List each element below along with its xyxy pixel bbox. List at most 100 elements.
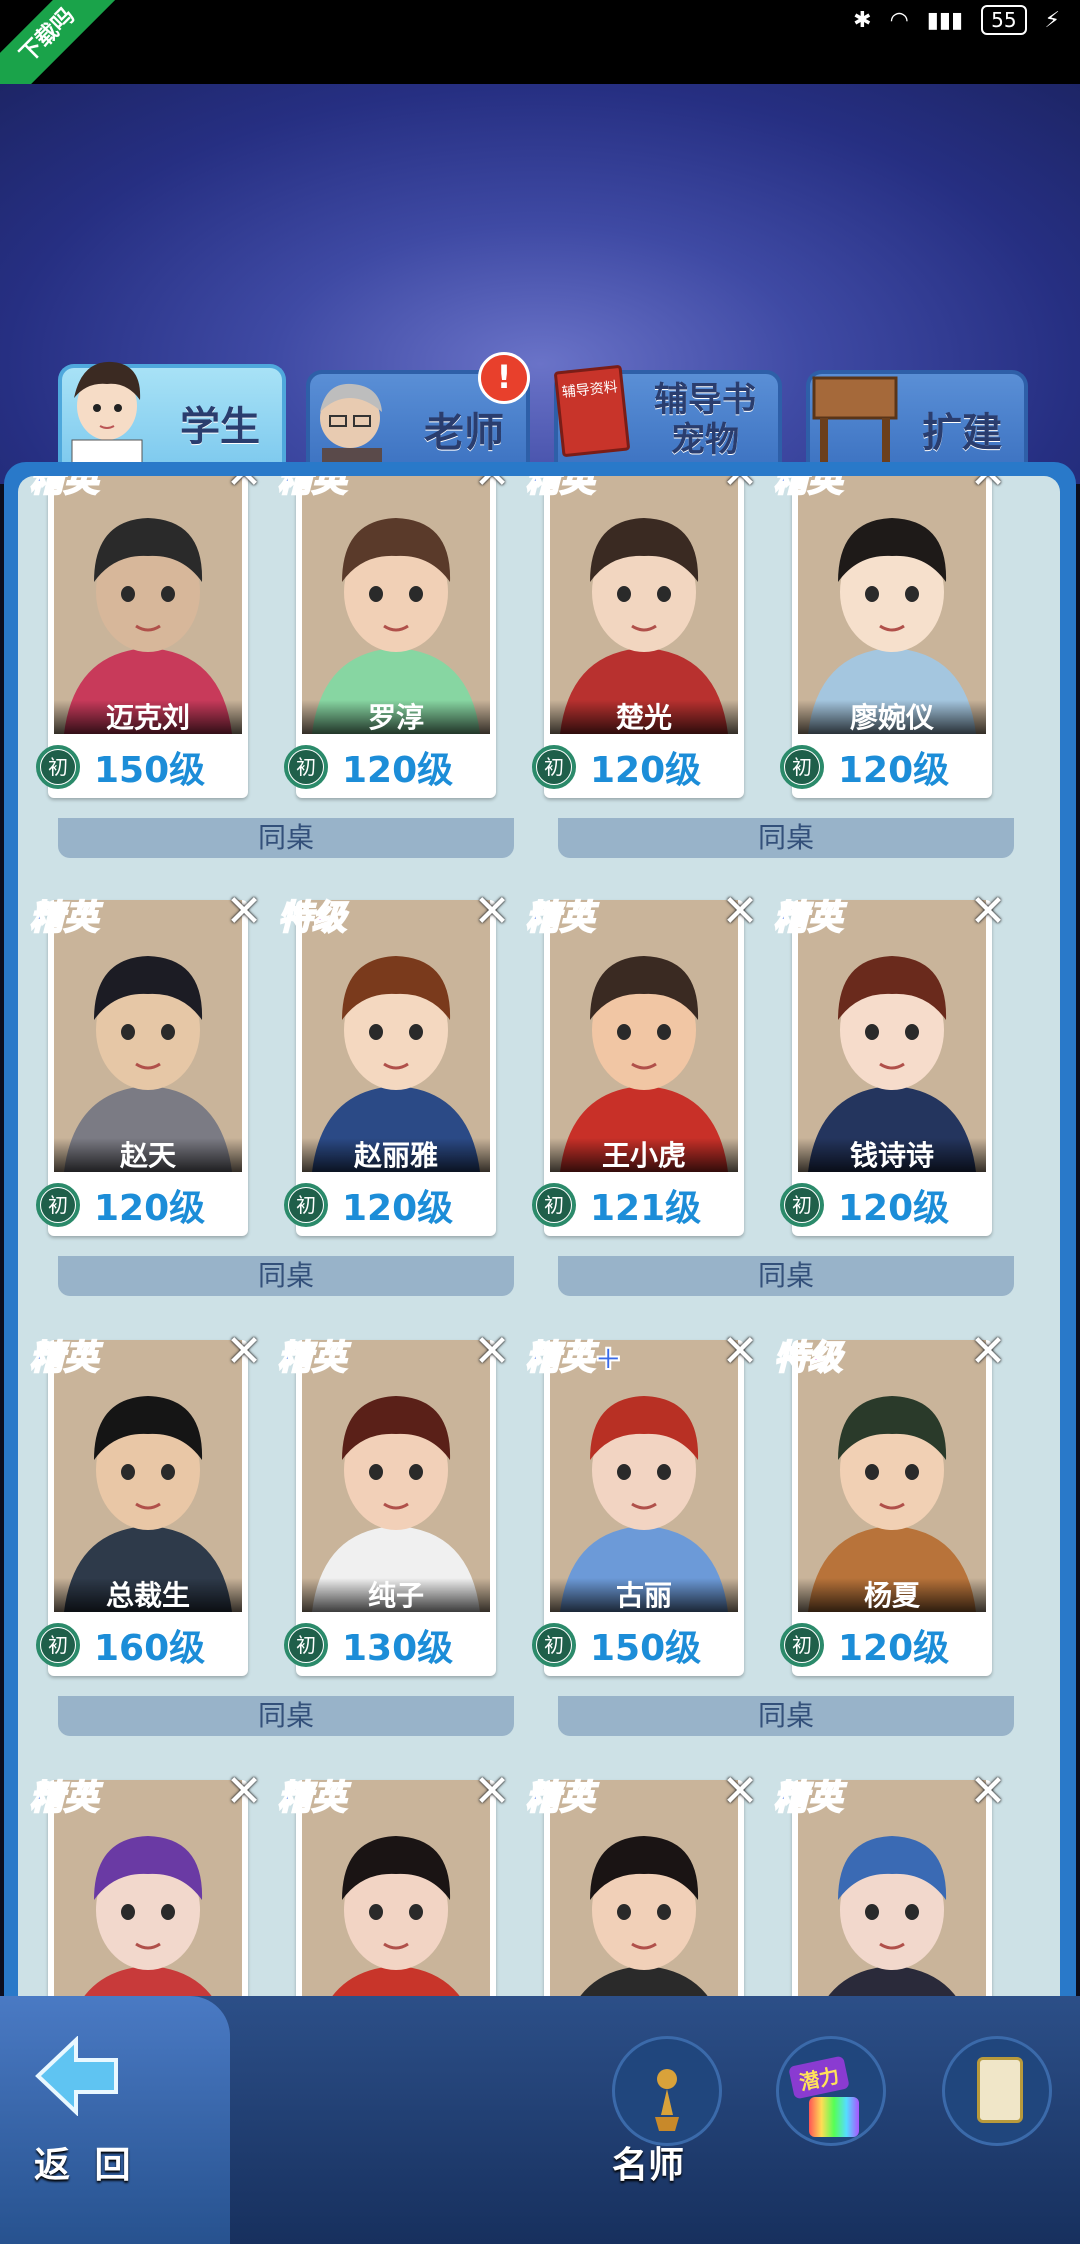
remove-icon[interactable]: ✕ — [966, 476, 1010, 496]
student-name: 纯子 — [302, 1578, 490, 1612]
bottom-bar: 返 回 名师 潜力 — [0, 1996, 1080, 2244]
rank-badge: 精英 — [773, 476, 843, 501]
battery-icon: 55 — [981, 5, 1027, 35]
student-portrait — [798, 476, 986, 734]
level-row: 初 120级 — [780, 742, 949, 792]
rank-badge: 精英+ — [525, 1337, 623, 1379]
back-button[interactable]: 返 回 — [0, 1996, 230, 2244]
student-card[interactable]: 古丽 精英+ ✕ 初 150级 — [525, 1330, 758, 1676]
student-card[interactable]: 纯子 精英 ✕ 初 130级 — [277, 1330, 510, 1676]
student-panel: 同桌同桌迈克刘精英✕初150级罗淳精英✕初120级楚光精英✕初120级廖婉仪精英… — [4, 462, 1076, 2036]
student-name: 总裁生 — [54, 1578, 242, 1612]
extra-button[interactable] — [942, 2036, 1052, 2146]
level-row: 初 160级 — [36, 1620, 205, 1670]
student-portrait — [550, 900, 738, 1172]
grade-badge-icon: 初 — [532, 745, 576, 789]
remove-icon[interactable]: ✕ — [966, 1770, 1010, 1814]
level-row: 初 150级 — [36, 742, 205, 792]
student-portrait — [550, 476, 738, 734]
back-arrow-icon — [35, 2036, 118, 2116]
tab-label: 辅导书 宠物 — [654, 380, 756, 460]
student-card[interactable]: 迈克刘精英✕初150级 — [29, 476, 262, 798]
student-portrait — [550, 1340, 738, 1612]
grade-badge-label: 初 — [41, 1188, 75, 1222]
student-name: 赵丽雅 — [302, 1138, 490, 1172]
grade-badge-icon: 初 — [780, 1183, 824, 1227]
tab-label-line2: 宠物 — [671, 420, 739, 460]
rank-badge: 精英 — [525, 1777, 595, 1819]
remove-icon[interactable]: ✕ — [470, 476, 514, 496]
student-portrait — [798, 1340, 986, 1612]
remove-icon[interactable]: ✕ — [718, 890, 762, 934]
wifi-icon: ◠ — [889, 7, 909, 33]
rank-badge: 精英 — [525, 897, 595, 939]
charging-icon: ⚡ — [1044, 7, 1060, 33]
student-card[interactable]: 楚光精英✕初120级 — [525, 476, 758, 798]
student-level: 160级 — [94, 1628, 206, 1669]
student-card[interactable]: 杨夏 特级 ✕ 初 120级 — [773, 1330, 1006, 1676]
grade-badge-icon: 初 — [780, 1623, 824, 1667]
grade-badge-label: 初 — [289, 750, 323, 784]
level-row: 初 120级 — [284, 742, 453, 792]
potential-button[interactable]: 潜力 — [776, 2036, 886, 2146]
remove-icon[interactable]: ✕ — [966, 890, 1010, 934]
student-grid: 同桌同桌迈克刘精英✕初150级罗淳精英✕初120级楚光精英✕初120级廖婉仪精英… — [18, 476, 1060, 2036]
student-name: 钱诗诗 — [798, 1138, 986, 1172]
bluetooth-icon: ✱ — [853, 7, 872, 33]
remove-icon[interactable]: ✕ — [470, 1770, 514, 1814]
tab-teachers[interactable]: 老师 ! — [306, 352, 530, 468]
grade-badge-label: 初 — [785, 1188, 819, 1222]
tab-students[interactable]: 学生 — [58, 361, 286, 468]
remove-icon[interactable]: ✕ — [222, 890, 266, 934]
student-name: 迈克刘 — [54, 700, 242, 734]
remove-icon[interactable]: ✕ — [718, 1330, 762, 1374]
student-portrait — [302, 1340, 490, 1612]
grade-badge-icon: 初 — [284, 745, 328, 789]
deskmate-bar: 同桌 — [558, 818, 1014, 858]
famous-teacher-button[interactable] — [612, 2036, 722, 2146]
student-card[interactable]: 罗淳精英✕初120级 — [277, 476, 510, 798]
rank-badge: 精英 — [277, 476, 347, 501]
rank-badge: 精英 — [773, 897, 843, 939]
grade-badge-label: 初 — [289, 1188, 323, 1222]
deskmate-bar: 同桌 — [558, 1256, 1014, 1296]
tab-books-pets[interactable]: 辅导资料 辅导书 宠物 — [553, 364, 782, 468]
remove-icon[interactable]: ✕ — [222, 1770, 266, 1814]
student-name: 罗淳 — [302, 700, 490, 734]
student-avatar-icon — [71, 361, 143, 468]
student-card[interactable]: 赵天 精英 ✕ 初 120级 — [29, 890, 262, 1236]
book-icon: 辅导资料 — [553, 364, 631, 458]
level-row: 初 120级 — [780, 1620, 949, 1670]
tab-label: 老师 — [424, 410, 504, 456]
rank-badge: 精英 — [29, 897, 99, 939]
remove-icon[interactable]: ✕ — [718, 1770, 762, 1814]
remove-icon[interactable]: ✕ — [222, 476, 266, 496]
student-card[interactable]: 赵丽雅 特级 ✕ 初 120级 — [277, 890, 510, 1236]
remove-icon[interactable]: ✕ — [222, 1330, 266, 1374]
status-bar: 下载吗 ✱ ◠ ▮▮▮ 55 ⚡ — [0, 0, 1080, 123]
student-level: 150级 — [94, 750, 206, 791]
student-portrait — [54, 476, 242, 734]
tab-expand[interactable]: 扩建 — [806, 370, 1028, 468]
level-row: 初 130级 — [284, 1620, 453, 1670]
student-level: 121级 — [590, 1188, 702, 1229]
rank-badge: 精英 — [29, 1337, 99, 1379]
level-row: 初 120级 — [780, 1180, 949, 1230]
student-level: 130级 — [342, 1628, 454, 1669]
grade-badge-label: 初 — [785, 750, 819, 784]
remove-icon[interactable]: ✕ — [966, 1330, 1010, 1374]
remove-icon[interactable]: ✕ — [470, 890, 514, 934]
tab-label-line1: 辅导书 — [654, 380, 756, 420]
student-card[interactable]: 王小虎 精英 ✕ 初 121级 — [525, 890, 758, 1236]
student-card[interactable]: 钱诗诗 精英 ✕ 初 120级 — [773, 890, 1006, 1236]
grade-badge-label: 初 — [289, 1628, 323, 1662]
grade-badge-icon: 初 — [36, 745, 80, 789]
student-level: 120级 — [838, 1628, 950, 1669]
student-level: 120级 — [342, 1188, 454, 1229]
tab-label: 扩建 — [922, 410, 1002, 456]
deskmate-bar: 同桌 — [558, 1696, 1014, 1736]
student-card[interactable]: 总裁生 精英 ✕ 初 160级 — [29, 1330, 262, 1676]
remove-icon[interactable]: ✕ — [470, 1330, 514, 1374]
remove-icon[interactable]: ✕ — [718, 476, 762, 496]
student-card[interactable]: 廖婉仪精英✕初120级 — [773, 476, 1006, 798]
